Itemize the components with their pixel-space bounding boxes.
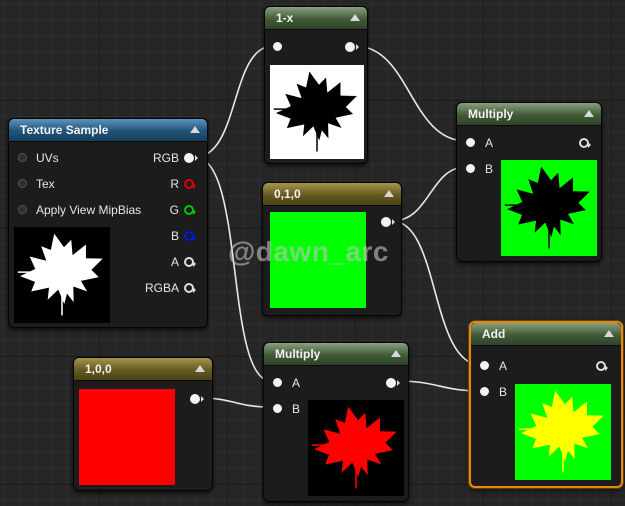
constant-green-header[interactable]: 0,1,0 [263,183,401,206]
leaf-image [270,65,364,159]
multiply-top-preview [501,160,597,256]
uvs-input-pin[interactable] [18,153,27,162]
multiply-top-output-pin[interactable] [579,138,591,148]
leaf-image [308,400,404,496]
rgba-output-pin[interactable] [184,283,196,293]
multiply-bottom-node[interactable]: Multiply A B [263,342,409,502]
watermark: @dawn_arc [228,236,389,267]
multiply-bottom-header[interactable]: Multiply [264,343,408,366]
wire-oneminus-to-multiply-top-a [354,45,467,142]
wire-green-to-multiply-top-b [391,166,467,222]
one-minus-output-pin[interactable] [345,42,359,52]
constant-red-output-pin[interactable] [190,394,204,404]
texture-sample-header[interactable]: Texture Sample [9,119,207,142]
pin-label-mipbias: Apply View MipBias [36,203,142,217]
pin-label-a: A [485,136,494,150]
add-node[interactable]: Add A B [469,321,623,488]
pin-label-a: A [292,376,301,390]
node-title: Add [482,327,506,341]
constant-red-header[interactable]: 1,0,0 [74,358,212,381]
g-output-pin[interactable] [184,205,196,215]
collapse-icon[interactable] [391,350,401,357]
multiply-top-header[interactable]: Multiply [457,103,601,126]
texture-sample-node[interactable]: Texture Sample UVs Tex Apply View MipBia… [8,118,208,328]
collapse-icon[interactable] [190,126,200,133]
constant-red-node[interactable]: 1,0,0 [73,357,213,491]
node-title: 1-x [276,11,294,25]
add-header[interactable]: Add [471,323,621,346]
multiply-top-node[interactable]: Multiply A B [456,102,602,262]
pin-label-b: B [292,402,301,416]
multiply-top-b-pin[interactable] [466,164,475,173]
leaf-image [14,227,110,323]
add-preview [515,384,611,480]
multiply-bottom-b-pin[interactable] [273,404,282,413]
pin-label-tex: Tex [36,177,55,191]
one-minus-input-pin[interactable] [273,42,282,51]
pin-label-rgba: RGBA [144,281,179,295]
collapse-icon[interactable] [604,330,614,337]
collapse-icon[interactable] [584,110,594,117]
node-title: Texture Sample [20,123,109,137]
multiply-top-a-pin[interactable] [466,138,475,147]
add-a-pin[interactable] [480,361,489,370]
pin-label-g: G [169,203,179,217]
pin-label-a: A [170,255,179,269]
collapse-icon[interactable] [350,14,360,21]
constant-green-output-pin[interactable] [381,217,395,227]
node-title: Multiply [275,347,321,361]
multiply-bottom-output-pin[interactable] [386,378,400,388]
pin-label-r: R [170,177,179,191]
leaf-image [501,160,597,256]
leaf-image [515,384,611,480]
r-output-pin[interactable] [184,179,196,189]
pin-label-uvs: UVs [36,151,59,165]
multiply-bottom-preview [308,400,404,496]
tex-input-pin[interactable] [18,179,27,188]
one-minus-preview [270,65,364,159]
pin-label-b: B [485,162,494,176]
one-minus-header[interactable]: 1-x [265,7,367,30]
pin-label-b: B [170,229,179,243]
collapse-icon[interactable] [384,190,394,197]
collapse-icon[interactable] [195,365,205,372]
rgb-output-pin[interactable] [184,153,198,163]
node-title: 0,1,0 [274,187,301,201]
add-output-pin[interactable] [596,361,608,371]
one-minus-node[interactable]: 1-x [264,6,368,164]
b-output-pin[interactable] [184,231,196,241]
multiply-bottom-a-pin[interactable] [273,378,282,387]
pin-label-b: B [499,385,508,399]
node-title: 1,0,0 [85,362,112,376]
add-b-pin[interactable] [480,387,489,396]
pin-label-rgb: RGB [152,151,179,165]
mipbias-input-pin[interactable] [18,205,27,214]
node-title: Multiply [468,107,514,121]
a-output-pin[interactable] [184,257,196,267]
pin-label-a: A [499,359,508,373]
texture-preview [14,227,110,323]
constant-red-preview [79,389,175,485]
